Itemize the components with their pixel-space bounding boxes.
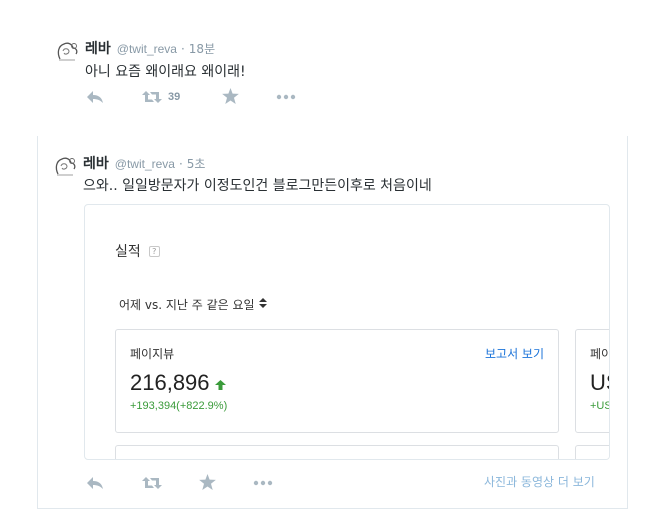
compare-selector: 어제 vs. 지난 주 같은 요일 bbox=[119, 296, 267, 313]
stat-card-row2 bbox=[575, 445, 609, 459]
author-name[interactable]: 레바 bbox=[83, 153, 109, 173]
media-section-title: 실적 ? bbox=[115, 241, 160, 261]
star-icon bbox=[199, 474, 216, 490]
author-username[interactable]: @twit_reva bbox=[117, 42, 177, 56]
reply-icon bbox=[87, 477, 103, 489]
favorite-button[interactable] bbox=[222, 87, 239, 105]
more-dots-icon bbox=[276, 94, 296, 100]
stat-value-number: 216,896 bbox=[130, 370, 210, 395]
stat-change: +US bbox=[590, 400, 610, 412]
view-report-link: 보고서 보기 bbox=[484, 347, 544, 361]
sort-icon bbox=[258, 298, 267, 311]
stat-change: +193,394(+822.9%) bbox=[130, 400, 228, 412]
media-title-text: 실적 bbox=[115, 244, 141, 260]
second-stat-card: 페이 US +US bbox=[575, 329, 610, 433]
stat-value: 216,896 bbox=[130, 370, 226, 396]
author-username[interactable]: @twit_reva bbox=[115, 157, 175, 171]
tweet-timestamp[interactable]: 18분 bbox=[189, 40, 215, 57]
retweet-button[interactable]: 39 bbox=[142, 88, 180, 106]
separator-dot: · bbox=[178, 157, 183, 171]
separator-dot: · bbox=[180, 42, 185, 56]
compare-label: 어제 vs. 지난 주 같은 요일 bbox=[119, 298, 255, 312]
tweet-text: 으와.. 일일방문자가 이정도인건 블로그만든이후로 처음이네 bbox=[83, 178, 432, 194]
help-icon: ? bbox=[148, 245, 160, 257]
retweet-icon bbox=[142, 91, 162, 103]
tweet-timestamp[interactable]: 5초 bbox=[187, 155, 206, 172]
more-button[interactable] bbox=[253, 474, 273, 492]
stat-card-row2 bbox=[115, 445, 559, 459]
stat-label: 페이 bbox=[590, 347, 610, 361]
favorite-button[interactable] bbox=[199, 473, 216, 491]
stat-label: 페이지뷰 bbox=[130, 347, 175, 361]
tweet-text: 아니 요즘 왜이래요 왜이래! bbox=[85, 64, 246, 80]
star-icon bbox=[222, 88, 239, 104]
more-dots-icon bbox=[253, 480, 273, 486]
avatar-sketch-icon bbox=[57, 42, 78, 61]
retweet-icon bbox=[142, 477, 162, 489]
retweet-button[interactable] bbox=[142, 474, 162, 492]
view-media-link[interactable]: 사진과 동영상 더 보기 bbox=[484, 473, 595, 490]
reply-button[interactable] bbox=[86, 88, 104, 106]
author-name[interactable]: 레바 bbox=[85, 38, 111, 58]
pageview-stat-card: 페이지뷰 보고서 보기 216,896 +193,394(+822.9%) bbox=[115, 329, 559, 433]
avatar[interactable] bbox=[54, 39, 80, 65]
up-arrow-icon bbox=[214, 370, 226, 396]
reply-icon bbox=[87, 91, 103, 103]
reply-button[interactable] bbox=[86, 474, 104, 492]
avatar[interactable] bbox=[52, 154, 78, 180]
avatar-sketch-icon bbox=[55, 157, 76, 176]
stat-value-number: US bbox=[590, 370, 609, 395]
more-button[interactable] bbox=[276, 88, 296, 106]
retweet-count: 39 bbox=[168, 91, 181, 103]
tweet-media-image[interactable]: 실적 ? 어제 vs. 지난 주 같은 요일 페이지뷰 보고서 보기 216,8… bbox=[84, 204, 610, 460]
